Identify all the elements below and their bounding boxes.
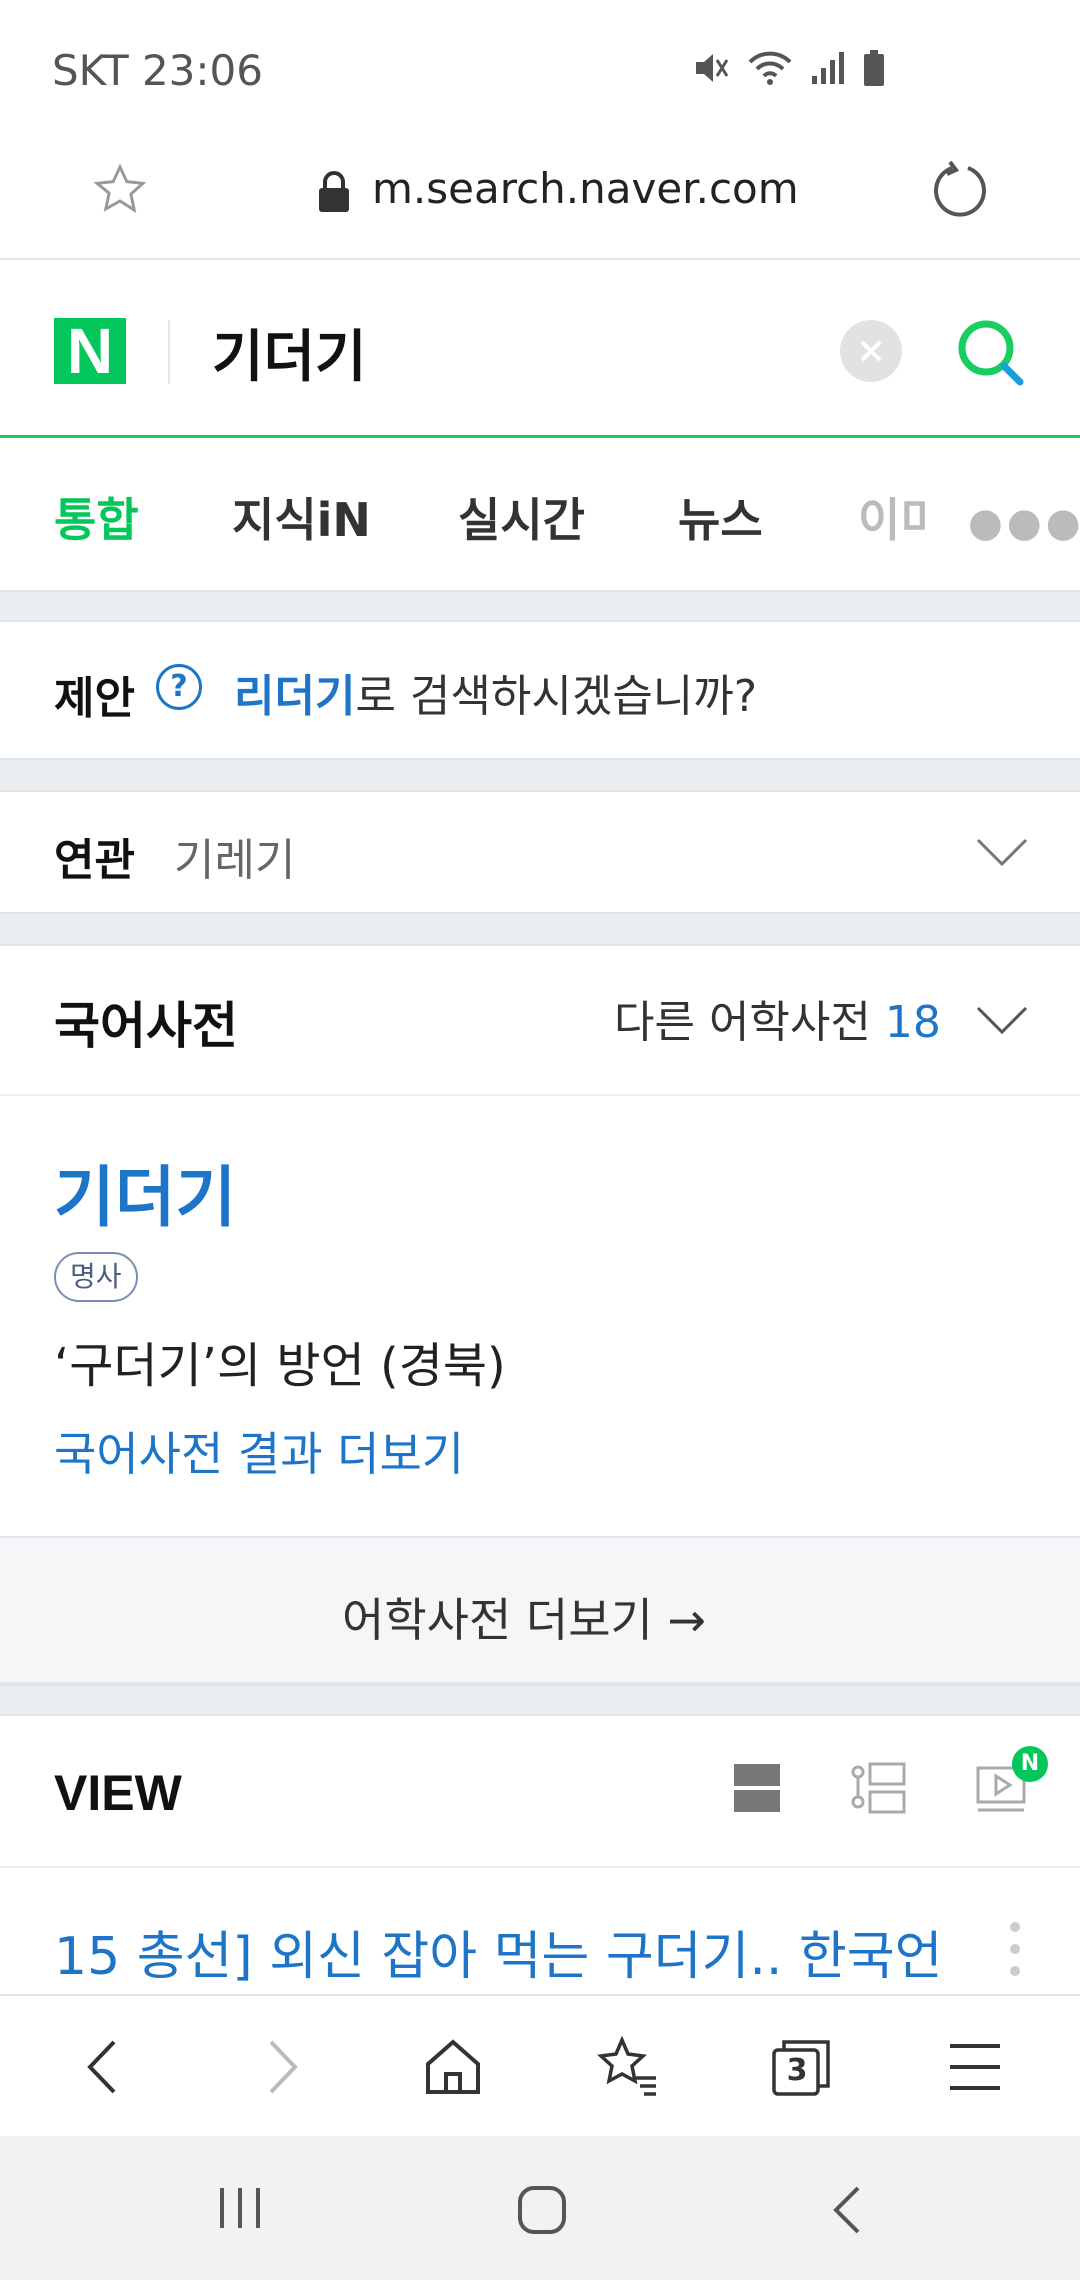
suggestion-section: 제안 ? 리더기로 검색하시겠습니까?: [0, 622, 1080, 758]
dictionary-title: 국어사전: [54, 997, 238, 1055]
tab-kin[interactable]: 지식iN: [232, 484, 371, 550]
status-icons: [690, 48, 886, 88]
search-divider: [168, 320, 170, 384]
other-dictionaries-label: 다른 어학사전: [614, 997, 871, 1048]
language-dictionary-more-button[interactable]: 어학사전 더보기 →: [0, 1536, 1080, 1684]
view-divider: [0, 1866, 1080, 1868]
browser-url-bar: m.search.naver.com: [0, 140, 1080, 260]
dictionary-header: 국어사전 다른 어학사전 18: [0, 946, 1080, 1096]
other-dictionaries-link[interactable]: 다른 어학사전 18: [614, 986, 941, 1050]
section-gap: [0, 1684, 1080, 1716]
language-dictionary-more-label: 어학사전 더보기 →: [342, 1593, 707, 1647]
search-icon[interactable]: [952, 314, 1028, 394]
browser-toolbar: 3: [0, 1994, 1080, 2136]
recent-apps-icon[interactable]: [210, 2182, 270, 2238]
help-icon[interactable]: ?: [156, 664, 202, 710]
search-bar: N 기더기: [0, 262, 1080, 438]
view-title: VIEW: [54, 1765, 182, 1821]
related-keyword[interactable]: 기레기: [174, 824, 295, 888]
close-icon: [860, 340, 882, 362]
android-navigation-bar: [0, 2136, 1080, 2280]
dictionary-definition: ‘구더기’의 방언 (경북): [54, 1338, 506, 1394]
list-view-icon[interactable]: [732, 1760, 782, 1820]
dictionary-word[interactable]: 기더기: [54, 1144, 236, 1240]
dictionary-section: 국어사전 다른 어학사전 18 기더기 명사 ‘구더기’의 방언 (경북) 국어…: [0, 946, 1080, 1536]
naver-logo[interactable]: N: [54, 318, 126, 384]
back-icon[interactable]: [70, 2032, 140, 2102]
part-of-speech-badge: 명사: [54, 1252, 138, 1302]
view-result-title[interactable]: 15 총선] 외신 잡아 먹는 구더기.. 한국언: [54, 1914, 954, 1989]
bookmark-star-icon[interactable]: [92, 162, 148, 222]
naver-logo-letter: N: [66, 315, 114, 387]
system-back-icon[interactable]: [820, 2182, 876, 2242]
other-dictionaries-count: 18: [884, 997, 941, 1048]
tab-images[interactable]: 이미지: [858, 484, 928, 550]
tab-all[interactable]: 통합: [54, 484, 139, 550]
chevron-down-icon[interactable]: [974, 1000, 1030, 1044]
battery-icon: [862, 48, 886, 88]
search-tabs: 통합 지식iN 실시간 뉴스 이미지 ●●●: [0, 440, 1080, 590]
wifi-icon: [746, 48, 794, 88]
tab-realtime[interactable]: 실시간: [458, 484, 585, 550]
signal-icon: [810, 48, 846, 88]
clear-search-button[interactable]: [840, 320, 902, 382]
mute-icon: [690, 48, 730, 88]
suggestion-question: 로 검색하시겠습니까?: [355, 671, 758, 722]
home-button-icon[interactable]: [514, 2182, 570, 2242]
status-bar: SKT 23:06: [0, 0, 1080, 140]
suggestion-label: 제안: [54, 673, 135, 724]
tabs-icon[interactable]: 3: [766, 2032, 836, 2102]
search-input[interactable]: 기더기: [212, 312, 367, 393]
chevron-down-icon[interactable]: [974, 832, 1030, 876]
menu-icon[interactable]: [940, 2032, 1010, 2102]
section-gap: [0, 912, 1080, 946]
url-text[interactable]: m.search.naver.com: [372, 164, 799, 213]
lock-icon: [316, 170, 352, 218]
status-time: SKT 23:06: [52, 46, 263, 95]
forward-icon[interactable]: [245, 2032, 315, 2102]
section-gap: [0, 758, 1080, 792]
suggestion-text: 리더기로 검색하시겠습니까?: [234, 660, 757, 724]
more-options-icon[interactable]: [1010, 1922, 1022, 1988]
dictionary-more-link[interactable]: 국어사전 결과 더보기: [54, 1418, 464, 1484]
home-icon[interactable]: [418, 2032, 488, 2102]
tab-count: 3: [786, 2053, 808, 2088]
related-section: 연관 기레기: [0, 792, 1080, 912]
more-tabs-icon[interactable]: ●●●: [968, 500, 1080, 546]
reload-icon[interactable]: [928, 158, 992, 226]
tab-news[interactable]: 뉴스: [678, 484, 763, 550]
section-gap: [0, 590, 1080, 622]
suggestion-link[interactable]: 리더기: [234, 671, 355, 722]
thumbnail-view-icon[interactable]: [850, 1760, 908, 1820]
view-section: VIEW N 15 총선] 외신 잡아 먹는 구더기.. 한국언: [0, 1716, 1080, 1996]
new-badge: N: [1012, 1746, 1048, 1782]
related-label: 연관: [54, 835, 135, 886]
bookmarks-icon[interactable]: [592, 2032, 662, 2102]
